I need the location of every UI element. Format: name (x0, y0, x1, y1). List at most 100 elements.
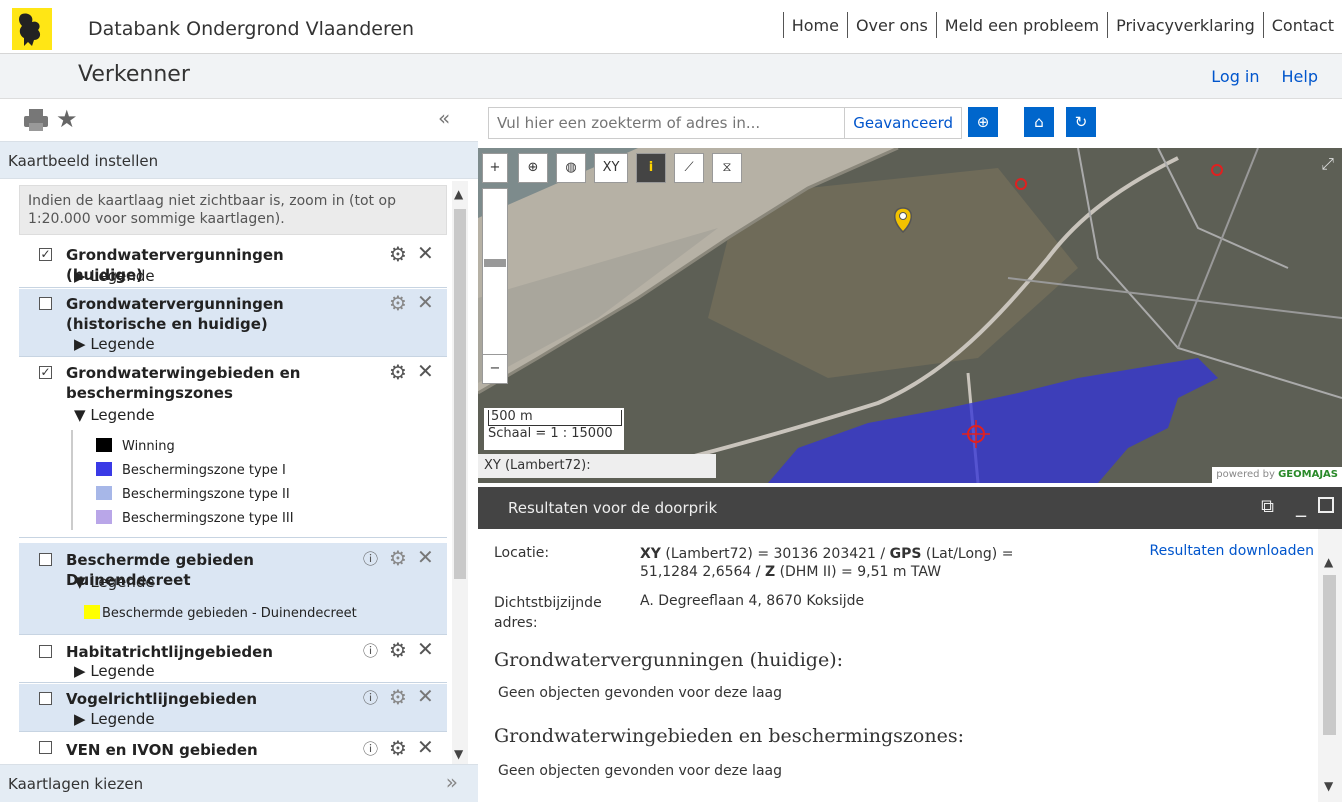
layer-checkbox[interactable] (39, 553, 52, 566)
home-button[interactable]: ⌂ (1024, 107, 1054, 137)
zoom-out-button[interactable]: − (482, 354, 508, 384)
map-view[interactable]: + − ⊕ ◍ XY i ⟋ ⧖ ⤢ 500 m Schaal = 1 : 15… (478, 148, 1342, 483)
layer-name: VEN en IVON gebieden (66, 741, 258, 759)
info-icon[interactable]: ⓘ (363, 738, 378, 759)
layer-checkbox[interactable] (39, 741, 52, 754)
info-icon: i (648, 160, 654, 175)
scroll-up-icon[interactable]: ▲ (1324, 555, 1333, 569)
nav-contact[interactable]: Contact (1262, 12, 1342, 38)
gear-icon[interactable]: ⚙ (389, 638, 407, 662)
layer-checkbox[interactable]: ✓ (39, 366, 52, 379)
maximize-icon[interactable] (1318, 497, 1334, 513)
popout-icon[interactable]: ⧉ (1261, 496, 1274, 517)
legend-swatch (96, 462, 112, 476)
subheader: Verkenner Log in Help (0, 54, 1342, 99)
info-icon[interactable]: ⓘ (363, 640, 378, 661)
gear-icon[interactable]: ⚙ (389, 360, 407, 384)
kaartbeeld-header[interactable]: Kaartbeeld instellen (0, 141, 478, 179)
measure-button[interactable]: ⟋ (674, 153, 704, 183)
close-icon[interactable]: ✕ (417, 637, 434, 661)
magnifier-plus-icon: ⊕ (527, 160, 539, 175)
zoom-rectangle-button[interactable]: ⊕ (518, 153, 548, 183)
legend-toggle[interactable]: ▶ Legende (74, 335, 155, 353)
search-input[interactable] (489, 108, 849, 138)
legend-toggle[interactable]: ▼ Legende (74, 573, 155, 591)
scrollbar-thumb[interactable] (1323, 575, 1336, 735)
zoom-in-button[interactable]: + (482, 153, 508, 183)
kaartlagen-kiezen-label: Kaartlagen kiezen (8, 775, 144, 793)
gear-icon[interactable]: ⚙ (389, 546, 407, 570)
close-icon[interactable]: ✕ (417, 290, 434, 314)
section-heading: Grondwaterwingebieden en beschermingszon… (494, 725, 965, 747)
legend-toggle[interactable]: ▶ Legende (74, 662, 155, 680)
legend-toggle[interactable]: ▶ Legende (74, 267, 155, 285)
minimize-icon[interactable]: _ (1296, 493, 1306, 517)
drill-icon: ⧖ (722, 160, 732, 175)
download-results-link[interactable]: Resultaten downloaden (1150, 543, 1314, 559)
globe-button[interactable]: ◍ (556, 153, 586, 183)
layer-checkbox[interactable] (39, 692, 52, 705)
info-tool-button[interactable]: i (636, 153, 666, 183)
login-link[interactable]: Log in (1211, 67, 1259, 86)
close-icon[interactable]: ✕ (417, 735, 434, 759)
address-value: A. Degreeflaan 4, 8670 Koksijde (640, 593, 865, 609)
flanders-lion-logo[interactable] (12, 8, 52, 50)
search-box: Geavanceerd (488, 107, 962, 139)
section-heading: Grondwatervergunningen (huidige): (494, 649, 844, 671)
scroll-up-icon[interactable]: ▲ (454, 187, 463, 201)
scale-text: Schaal = 1 : 15000 (488, 426, 613, 441)
advanced-search-link[interactable]: Geavanceerd (844, 108, 961, 138)
left-toolbar: ★ « (0, 99, 478, 141)
kaartlagen-kiezen-header[interactable]: Kaartlagen kiezen » (0, 764, 478, 802)
favorite-star-icon[interactable]: ★ (56, 105, 78, 133)
info-icon[interactable]: ⓘ (363, 548, 378, 569)
zoom-slider-handle[interactable] (484, 259, 506, 267)
triangle-down-icon: ▼ (74, 406, 91, 424)
nav-home[interactable]: Home (782, 12, 847, 38)
drill-button[interactable]: ⧖ (712, 153, 742, 183)
gear-icon[interactable]: ⚙ (389, 242, 407, 266)
expand-down-icon[interactable]: » (446, 770, 458, 794)
legend-entry: Beschermde gebieden - Duinendecreet (84, 605, 357, 621)
layer-checkbox[interactable] (39, 297, 52, 310)
nav-privacy[interactable]: Privacyverklaring (1107, 12, 1263, 38)
search-locate-button[interactable]: ⊕ (968, 107, 998, 137)
gear-icon[interactable]: ⚙ (389, 291, 407, 315)
fullscreen-icon[interactable]: ⤢ (1321, 154, 1334, 174)
location-value: XY (Lambert72) = 30136 203421 / GPS (Lat… (640, 546, 1014, 580)
info-icon[interactable]: ⓘ (363, 687, 378, 708)
close-icon[interactable]: ✕ (417, 359, 434, 383)
minus-icon: − (489, 361, 501, 376)
results-scrollbar[interactable]: ▲ ▼ (1318, 529, 1342, 802)
top-navigation: Home Over ons Meld een probleem Privacyv… (782, 12, 1342, 38)
layer-checkbox[interactable] (39, 645, 52, 658)
gear-icon[interactable]: ⚙ (389, 736, 407, 760)
gear-icon[interactable]: ⚙ (389, 685, 407, 709)
refresh-button[interactable]: ↻ (1066, 107, 1096, 137)
help-link[interactable]: Help (1282, 67, 1318, 86)
nav-meld-probleem[interactable]: Meld een probleem (935, 12, 1107, 38)
legend-swatch (96, 438, 112, 452)
lion-icon (19, 13, 41, 46)
zoom-notice: Indien de kaartlaag niet zichtbaar is, z… (19, 185, 447, 235)
triangle-right-icon: ▶ (74, 662, 91, 680)
plus-icon: + (489, 160, 501, 175)
nav-over-ons[interactable]: Over ons (846, 12, 936, 38)
legend-toggle[interactable]: ▼ Legende (74, 406, 155, 424)
legend-toggle[interactable]: ▶ Legende (74, 710, 155, 728)
print-icon[interactable] (24, 109, 48, 131)
close-icon[interactable]: ✕ (417, 545, 434, 569)
legend-rule (71, 430, 73, 530)
close-icon[interactable]: ✕ (417, 684, 434, 708)
layer-list: Indien de kaartlaag niet zichtbaar is, z… (14, 181, 448, 769)
collapse-panel-icon[interactable]: « (438, 106, 450, 130)
scroll-down-icon[interactable]: ▼ (1324, 779, 1333, 793)
scroll-down-icon[interactable]: ▼ (454, 747, 463, 761)
legend-swatch (96, 510, 112, 524)
layer-checkbox[interactable]: ✓ (39, 248, 52, 261)
layer-list-scrollbar[interactable]: ▲ ▼ (452, 181, 468, 769)
xy-button[interactable]: XY (594, 153, 628, 183)
site-name[interactable]: Databank Ondergrond Vlaanderen (88, 18, 414, 40)
close-icon[interactable]: ✕ (417, 241, 434, 265)
scrollbar-thumb[interactable] (454, 209, 466, 579)
